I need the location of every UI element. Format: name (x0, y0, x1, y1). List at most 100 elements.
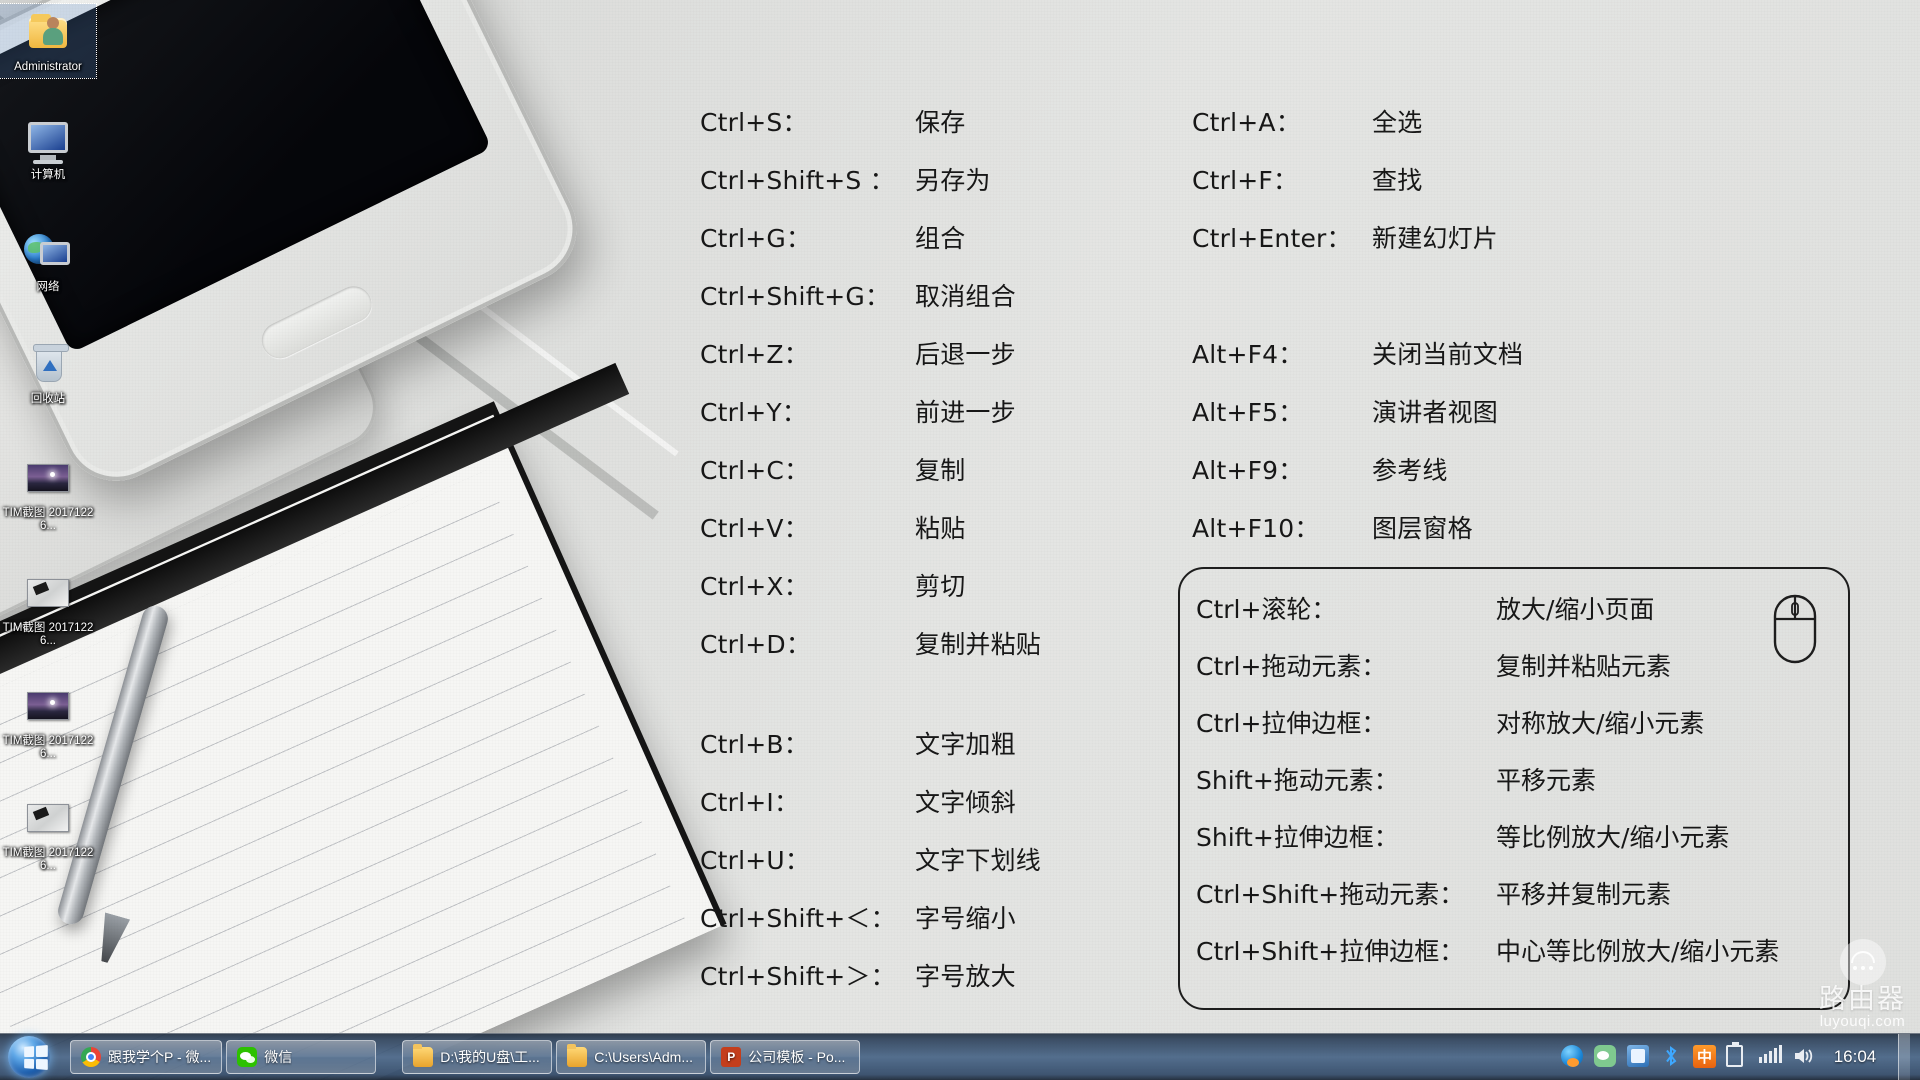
taskbar-button-label: 微信 (264, 1047, 292, 1067)
shortcut-value: 另存为 (915, 161, 991, 197)
mouse-shortcut-key: Shift+拉伸边框： (1196, 818, 1496, 854)
start-button[interactable] (2, 1035, 58, 1079)
shortcut-value: 文字加粗 (915, 725, 1016, 761)
signal-icon[interactable] (1759, 1045, 1783, 1069)
taskbar-button-3[interactable]: D:\我的U盘\工... (402, 1040, 552, 1074)
mouse-shortcut-value: 放大/缩小页面 (1496, 595, 1654, 624)
shortcut-row-right-6: Alt+F9：参考线 (1192, 451, 1448, 487)
shortcut-row-left-13: Ctrl+U：文字下划线 (700, 841, 1041, 877)
taskbar-button-label: C:\Users\Adm... (594, 1049, 693, 1065)
shortcut-value: 查找 (1372, 161, 1422, 197)
shortcut-value: 保存 (915, 103, 965, 139)
ime-icon[interactable]: 中 (1693, 1045, 1717, 1069)
shortcut-value: 关闭当前文档 (1372, 335, 1523, 371)
shortcut-value: 取消组合 (915, 277, 1016, 313)
shortcut-value: 文字倾斜 (915, 783, 1016, 819)
folder-icon (567, 1047, 587, 1067)
shortcut-row-left-3: Ctrl+G：组合 (700, 219, 965, 255)
shortcut-value: 复制 (915, 451, 965, 487)
shortcut-key: Ctrl+Shift+＞： (700, 957, 915, 993)
shortcut-value: 字号放大 (915, 957, 1016, 993)
shortcut-row-left-12: Ctrl+I：文字倾斜 (700, 783, 1016, 819)
powerpoint-icon: P (721, 1047, 741, 1067)
shortcut-value: 后退一步 (915, 335, 1016, 371)
mouse-shortcut-row-4: Shift+拖动元素：平移元素 (1196, 761, 1596, 797)
show-desktop-button[interactable] (1898, 1034, 1910, 1080)
shortcut-row-left-10: Ctrl+D：复制并粘贴 (700, 625, 1041, 661)
mouse-shortcut-value: 平移元素 (1496, 766, 1596, 795)
battery-icon[interactable] (1726, 1045, 1750, 1069)
taskbar-clock[interactable]: 16:04 (1829, 1047, 1881, 1067)
taskbar-button-group: 跟我学个P - 微... 微信 D:\我的U盘\工... C:\Users\Adm..… (70, 1040, 860, 1074)
shortcut-value: 前进一步 (915, 393, 1016, 429)
mouse-shortcut-key: Ctrl+滚轮： (1196, 590, 1496, 626)
shortcut-key: Ctrl+X： (700, 567, 915, 603)
shortcut-key: Alt+F10： (1192, 509, 1372, 545)
shortcut-key: Alt+F4： (1192, 335, 1372, 371)
taskbar-button-label: 公司模板 - Po... (748, 1047, 845, 1067)
shortcut-value: 参考线 (1372, 451, 1448, 487)
shortcut-key: Ctrl+V： (700, 509, 915, 545)
taskbar-button-5[interactable]: P 公司模板 - Po... (710, 1040, 860, 1074)
taskbar-button-4[interactable]: C:\Users\Adm... (556, 1040, 706, 1074)
shortcut-row-left-4: Ctrl+Shift+G：取消组合 (700, 277, 1016, 313)
shortcut-value: 复制并粘贴 (915, 625, 1041, 661)
system-tray: 中 16:04 (1561, 1034, 1920, 1080)
taskbar-button-2[interactable]: 微信 (226, 1040, 376, 1074)
shortcut-row-right-1: Ctrl+A：全选 (1192, 103, 1422, 139)
shortcut-value: 组合 (915, 219, 965, 255)
shortcut-row-left-1: Ctrl+S：保存 (700, 103, 965, 139)
mouse-shortcut-row-5: Shift+拉伸边框：等比例放大/缩小元素 (1196, 818, 1729, 854)
shortcut-key: Ctrl+G： (700, 219, 915, 255)
mouse-shortcut-row-1: Ctrl+滚轮：放大/缩小页面 (1196, 590, 1654, 626)
shortcut-key: Ctrl+Shift+＜： (700, 899, 915, 935)
bluetooth-icon[interactable] (1660, 1045, 1684, 1069)
mouse-shortcut-value: 等比例放大/缩小元素 (1496, 823, 1729, 852)
shortcut-row-left-8: Ctrl+V：粘贴 (700, 509, 965, 545)
shortcut-row-right-5: Alt+F5：演讲者视图 (1192, 393, 1498, 429)
shortcut-row-left-6: Ctrl+Y：前进一步 (700, 393, 1016, 429)
windows-logo-icon (24, 1045, 48, 1070)
shortcut-key: Alt+F5： (1192, 393, 1372, 429)
shortcut-key: Ctrl+C： (700, 451, 915, 487)
shortcut-value: 全选 (1372, 103, 1422, 139)
shortcut-row-left-2: Ctrl+Shift+S ：另存为 (700, 161, 991, 197)
shortcut-key: Ctrl+Z： (700, 335, 915, 371)
qq-tim-tray-icon[interactable] (1561, 1045, 1585, 1069)
mouse-shortcut-key: Ctrl+拖动元素： (1196, 647, 1496, 683)
mouse-shortcut-value: 对称放大/缩小元素 (1496, 709, 1704, 738)
shortcut-row-right-4: Alt+F4：关闭当前文档 (1192, 335, 1523, 371)
mouse-shortcut-key: Ctrl+拉伸边框： (1196, 704, 1496, 740)
shortcut-row-right-2: Ctrl+F：查找 (1192, 161, 1422, 197)
shortcut-key: Ctrl+Enter： (1192, 219, 1372, 255)
shortcut-key: Ctrl+Y： (700, 393, 915, 429)
shortcut-row-left-9: Ctrl+X：剪切 (700, 567, 965, 603)
app-tray-icon[interactable] (1627, 1045, 1651, 1069)
volume-icon[interactable] (1792, 1045, 1816, 1069)
windows-taskbar: 跟我学个P - 微... 微信 D:\我的U盘\工... C:\Users\Adm..… (0, 1033, 1920, 1080)
start-orb-icon (8, 1036, 50, 1078)
shortcut-key: Ctrl+B： (700, 725, 915, 761)
shortcut-value: 剪切 (915, 567, 965, 603)
mouse-shortcut-value: 复制并粘贴元素 (1496, 652, 1671, 681)
wechat-icon (237, 1047, 257, 1067)
shortcut-reference-sheet: Ctrl+S：保存Ctrl+Shift+S ：另存为Ctrl+G：组合Ctrl+… (0, 0, 1920, 1035)
shortcut-key: Ctrl+A： (1192, 103, 1372, 139)
shortcut-value: 图层窗格 (1372, 509, 1473, 545)
shortcut-key: Ctrl+I： (700, 783, 915, 819)
mouse-shortcuts-box: Ctrl+滚轮：放大/缩小页面Ctrl+拖动元素：复制并粘贴元素Ctrl+拉伸边… (1178, 567, 1850, 1010)
wechat-tray-icon[interactable] (1594, 1045, 1618, 1069)
shortcut-key: Ctrl+Shift+S ： (700, 161, 915, 197)
shortcut-key: Ctrl+S： (700, 103, 915, 139)
shortcut-key: Ctrl+Shift+G： (700, 277, 915, 313)
shortcut-row-left-11: Ctrl+B：文字加粗 (700, 725, 1016, 761)
shortcut-key: Alt+F9： (1192, 451, 1372, 487)
mouse-icon (1772, 593, 1818, 665)
shortcut-value: 字号缩小 (915, 899, 1016, 935)
taskbar-button-1[interactable]: 跟我学个P - 微... (70, 1040, 222, 1074)
mouse-shortcut-row-3: Ctrl+拉伸边框：对称放大/缩小元素 (1196, 704, 1704, 740)
mouse-shortcut-key: Ctrl+Shift+拉伸边框： (1196, 932, 1496, 968)
shortcut-row-left-5: Ctrl+Z：后退一步 (700, 335, 1016, 371)
shortcut-row-left-14: Ctrl+Shift+＜：字号缩小 (700, 899, 1016, 935)
shortcut-value: 演讲者视图 (1372, 393, 1498, 429)
